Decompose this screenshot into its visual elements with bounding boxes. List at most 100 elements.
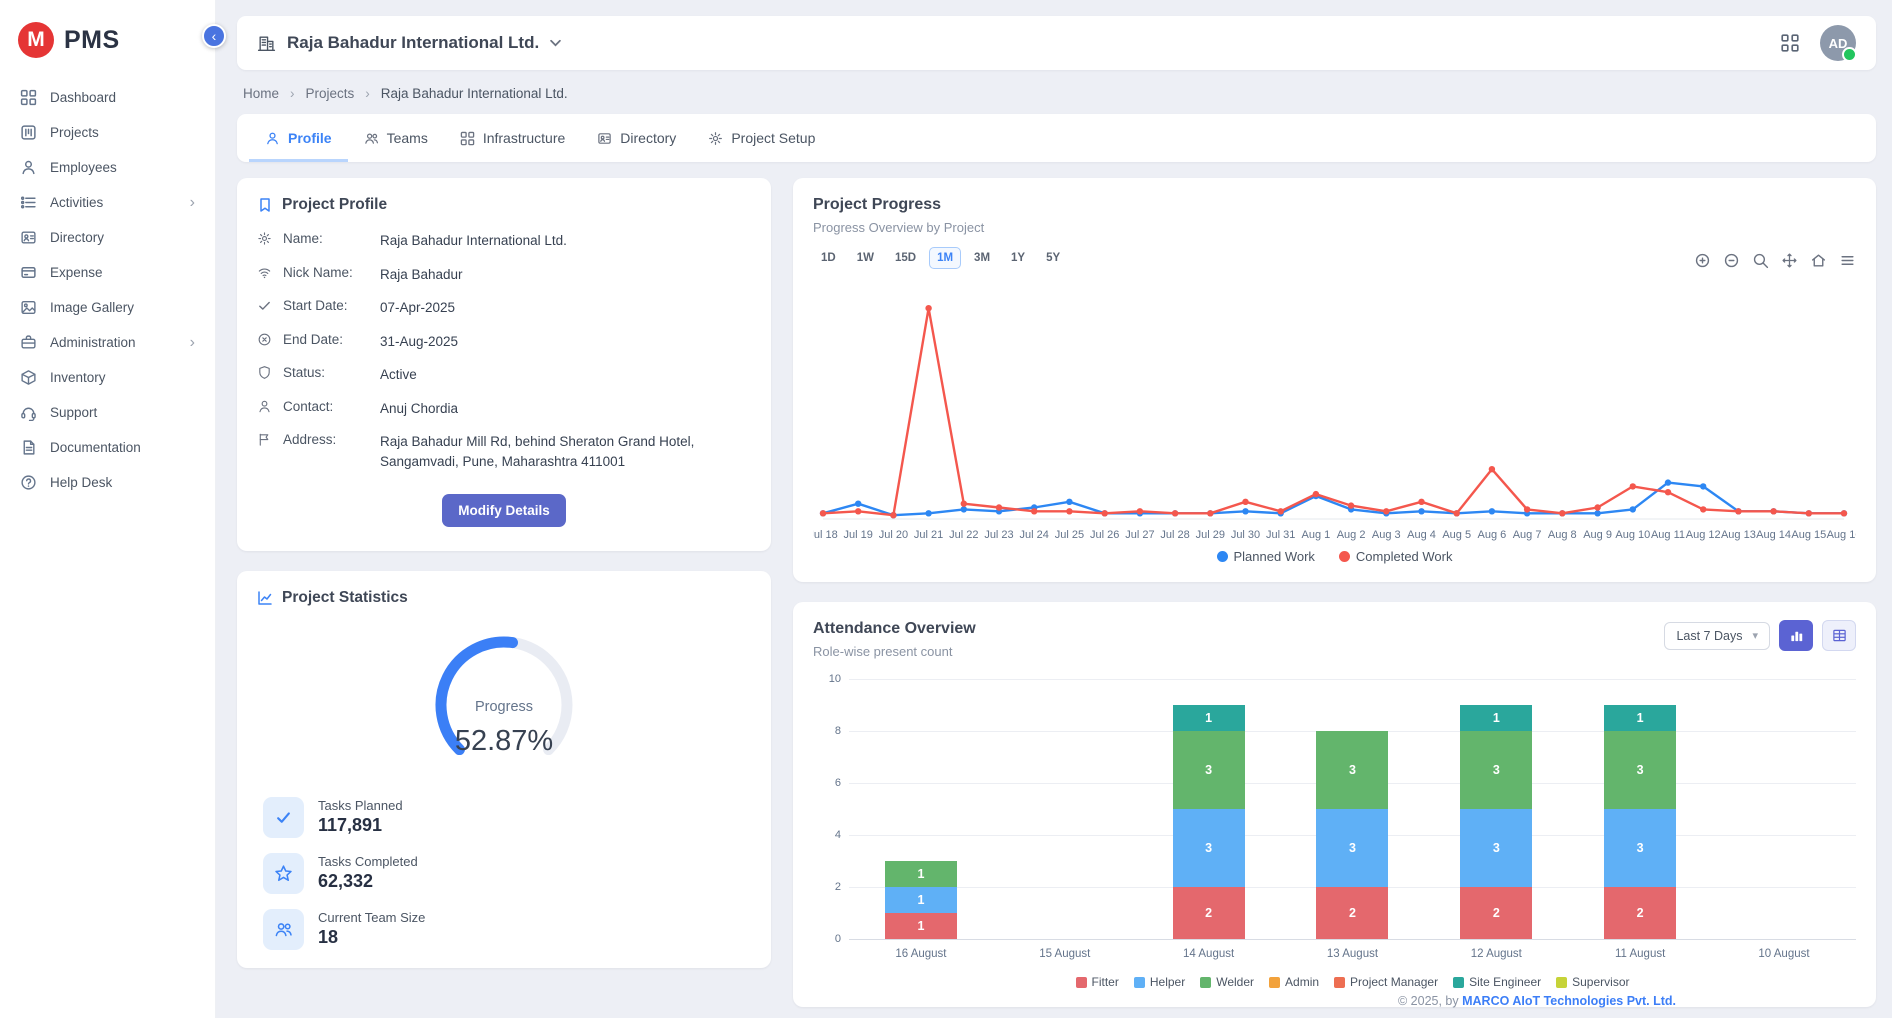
range-1d[interactable]: 1D [813,247,844,269]
bar-segment[interactable]: 3 [1604,809,1676,887]
grid-icon [1780,33,1800,53]
home-icon[interactable] [1810,252,1827,269]
legend-swatch [1556,977,1567,988]
field-value: Raja Bahadur [380,265,463,285]
bar-column[interactable]: 2331 [1173,705,1245,939]
legend-item-planned[interactable]: Planned Work [1217,549,1315,564]
legend-item[interactable]: Supervisor [1556,975,1629,989]
x-axis-label: 15 August [1020,948,1110,960]
sidebar-item-help-desk[interactable]: Help Desk [0,465,215,500]
menu-icon[interactable] [1839,252,1856,269]
sidebar-item-projects[interactable]: Projects [0,115,215,150]
range-3m[interactable]: 3M [966,247,998,269]
legend-swatch [1453,977,1464,988]
user-avatar[interactable]: AD [1820,25,1856,61]
legend-item[interactable]: Site Engineer [1453,975,1541,989]
sidebar-item-employees[interactable]: Employees [0,150,215,185]
range-1w[interactable]: 1W [849,247,882,269]
legend-item[interactable]: Helper [1134,975,1185,989]
pan-icon[interactable] [1781,252,1798,269]
range-1m[interactable]: 1M [929,247,961,269]
bar-segment[interactable]: 3 [1173,731,1245,809]
sidebar-item-support[interactable]: Support [0,395,215,430]
bar-segment[interactable]: 2 [1460,887,1532,939]
legend-item[interactable]: Welder [1200,975,1254,989]
project-progress-chart[interactable]: Jul 18Jul 19Jul 20Jul 21Jul 22Jul 23Jul … [813,275,1856,547]
tab-directory[interactable]: Directory [581,114,692,162]
sidebar-item-documentation[interactable]: Documentation [0,430,215,465]
app-root: M PMS Dashboard Projects Employees Activ… [0,0,1892,1018]
bar-chart-icon [1789,628,1804,643]
tab-infrastructure[interactable]: Infrastructure [444,114,581,162]
tab-teams[interactable]: Teams [348,114,444,162]
legend-item[interactable]: Fitter [1076,975,1119,989]
bar-segment[interactable]: 1 [1460,705,1532,731]
chevron-right-icon: › [190,195,195,211]
bar-segment[interactable]: 3 [1316,809,1388,887]
breadcrumb-home[interactable]: Home [243,86,279,101]
range-5y[interactable]: 5Y [1038,247,1068,269]
app-logo[interactable]: M PMS [0,8,215,80]
bar-segment[interactable]: 3 [1604,731,1676,809]
bar-segment[interactable]: 1 [885,887,957,913]
bar-segment[interactable]: 1 [1604,705,1676,731]
table-icon [1832,628,1847,643]
bar-segment[interactable]: 3 [1173,809,1245,887]
bar-segment[interactable]: 3 [1460,809,1532,887]
range-15d[interactable]: 15D [887,247,924,269]
bar-segment[interactable]: 3 [1460,731,1532,809]
bar-segment[interactable]: 2 [1316,887,1388,939]
chevron-right-icon: › [190,335,195,351]
breadcrumb: Home › Projects › Raja Bahadur Internati… [237,70,1876,114]
svg-text:Aug 4: Aug 4 [1407,529,1436,541]
field-label: Start Date: [283,298,369,313]
zoom-out-icon[interactable] [1723,252,1740,269]
modify-details-button[interactable]: Modify Details [442,494,566,527]
bar-column[interactable]: 2331 [1604,705,1676,939]
sidebar-item-dashboard[interactable]: Dashboard [0,80,215,115]
bar-column[interactable]: 111 [885,861,957,939]
bar-segment[interactable]: 1 [1173,705,1245,731]
sidebar-item-directory[interactable]: Directory [0,220,215,255]
person-icon [257,399,272,414]
apps-grid-button[interactable] [1780,33,1800,53]
company-name: Raja Bahadur International Ltd. [287,33,539,53]
profile-field-status: Status: Active [257,365,751,385]
sidebar-item-administration[interactable]: Administration › [0,325,215,360]
bar-column[interactable]: 233 [1316,731,1388,939]
legend-item[interactable]: Admin [1269,975,1319,989]
magnifier-icon[interactable] [1752,252,1769,269]
bar-segment[interactable]: 3 [1316,731,1388,809]
svg-text:Aug 9: Aug 9 [1583,529,1612,541]
attendance-chart[interactable]: 024681011123312332331233116 August15 Aug… [813,679,1856,989]
bar-view-button[interactable] [1779,620,1813,651]
bar-segment[interactable]: 2 [1173,887,1245,939]
date-range-select[interactable]: Last 7 Days ▾ [1664,622,1770,650]
bar-column[interactable]: 2331 [1460,705,1532,939]
company-selector[interactable]: Raja Bahadur International Ltd. [257,33,561,53]
range-1y[interactable]: 1Y [1003,247,1033,269]
project-statistics-card: Project Statistics Progress 52.87% [237,571,771,968]
bar-segment[interactable]: 1 [885,913,957,939]
legend-label: Completed Work [1356,549,1453,564]
bar-segment[interactable]: 2 [1604,887,1676,939]
table-view-button[interactable] [1822,620,1856,651]
breadcrumb-projects[interactable]: Projects [306,86,355,101]
svg-text:Aug 8: Aug 8 [1548,529,1577,541]
dashboard-icon [20,89,37,106]
tab-profile[interactable]: Profile [249,114,348,162]
sidebar-item-activities[interactable]: Activities › [0,185,215,220]
zoom-in-icon[interactable] [1694,252,1711,269]
gauge-label: Progress [257,699,751,715]
legend-item-completed[interactable]: Completed Work [1339,549,1453,564]
footer-link[interactable]: MARCO AIoT Technologies Pvt. Ltd. [1462,994,1676,1008]
sidebar-item-image-gallery[interactable]: Image Gallery [0,290,215,325]
stat-label: Current Team Size [318,910,425,925]
bar-segment[interactable]: 1 [885,861,957,887]
sidebar-collapse-button[interactable]: ‹ [202,24,226,48]
tab-project-setup[interactable]: Project Setup [692,114,831,162]
sidebar-item-inventory[interactable]: Inventory [0,360,215,395]
legend-item[interactable]: Project Manager [1334,975,1438,989]
sidebar-item-expense[interactable]: Expense [0,255,215,290]
field-value: Raja Bahadur International Ltd. [380,231,567,251]
